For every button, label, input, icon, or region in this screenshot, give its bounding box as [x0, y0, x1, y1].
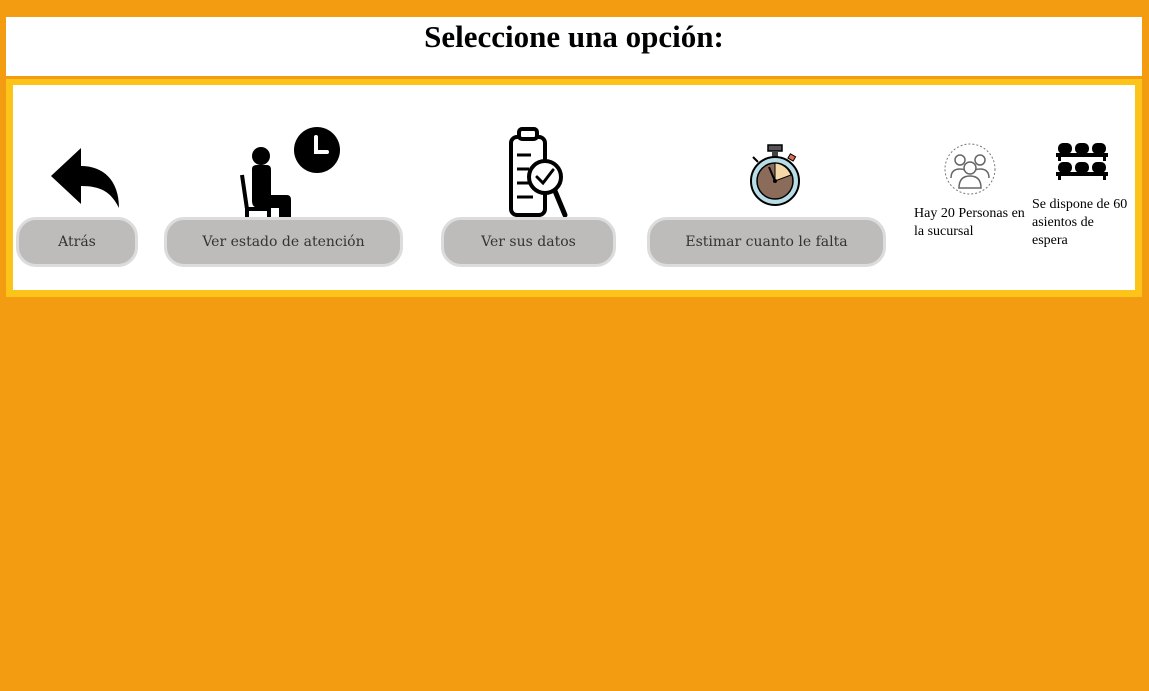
document-magnifier-check-icon: [509, 127, 568, 218]
people-group-icon: [944, 143, 996, 195]
waiting-seats-icon: [1056, 143, 1108, 180]
reply-arrow-icon: [51, 148, 119, 208]
people-count-text: Hay 20 Personas en la sucursal: [914, 206, 1025, 239]
waiting-person-clock-icon: [240, 127, 340, 220]
options-panel: Atrás Ver estado de atención Ver sus dat…: [6, 79, 1142, 297]
header-bar: Seleccione una opción:: [6, 17, 1142, 76]
stopwatch-icon: [750, 144, 800, 206]
seats-available-text: Se dispone de 60 asientos de espera: [1032, 197, 1128, 248]
page-title: Seleccione una opción:: [424, 19, 724, 54]
estimate-remaining-button[interactable]: Estimar cuanto le falta: [647, 217, 886, 267]
view-data-button[interactable]: Ver sus datos: [441, 217, 616, 267]
view-attention-status-button[interactable]: Ver estado de atención: [164, 217, 403, 267]
back-button[interactable]: Atrás: [16, 217, 138, 267]
options-panel-inner: Atrás Ver estado de atención Ver sus dat…: [13, 85, 1135, 290]
